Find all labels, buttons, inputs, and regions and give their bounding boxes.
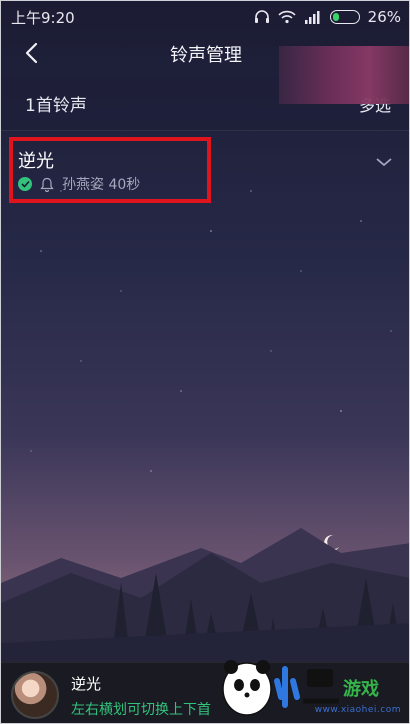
check-circle-icon: [18, 177, 32, 191]
back-arrow-icon: [25, 42, 38, 64]
status-bar: 上午9:20 26%: [1, 1, 409, 33]
album-avatar[interactable]: [11, 671, 59, 719]
signal-icon: [304, 11, 320, 24]
back-button[interactable]: [15, 37, 47, 69]
mountain-landscape: [1, 528, 409, 663]
app-screen: 上午9:20 26% 铃声管理 1首铃声 多选 逆光 孙燕姿 40秒 逆光 左右…: [0, 0, 410, 724]
artist-duration: 孙燕姿 40秒: [62, 177, 141, 193]
chevron-down-icon[interactable]: [375, 155, 393, 169]
status-indicators: 26%: [254, 8, 401, 26]
now-playing-title: 逆光: [71, 675, 102, 693]
wifi-icon: [278, 10, 296, 24]
battery-level: [332, 13, 339, 21]
swipe-hint: 左右横划可切换上下首: [71, 702, 211, 718]
blurred-area: [279, 46, 409, 104]
battery-percent: 26%: [367, 8, 401, 26]
battery-icon: [329, 10, 360, 24]
watermark-url: www.xiaohei.com: [314, 705, 401, 715]
svg-text:游戏: 游戏: [343, 678, 379, 700]
song-meta: 孙燕姿 40秒: [18, 174, 140, 194]
headphones-icon: [254, 10, 269, 23]
list-item[interactable]: 逆光 孙燕姿 40秒: [1, 133, 409, 203]
page-title: 铃声管理: [170, 45, 242, 66]
clock: 上午9:20: [11, 8, 75, 27]
bell-icon: [40, 177, 54, 192]
song-title: 逆光: [18, 151, 54, 172]
